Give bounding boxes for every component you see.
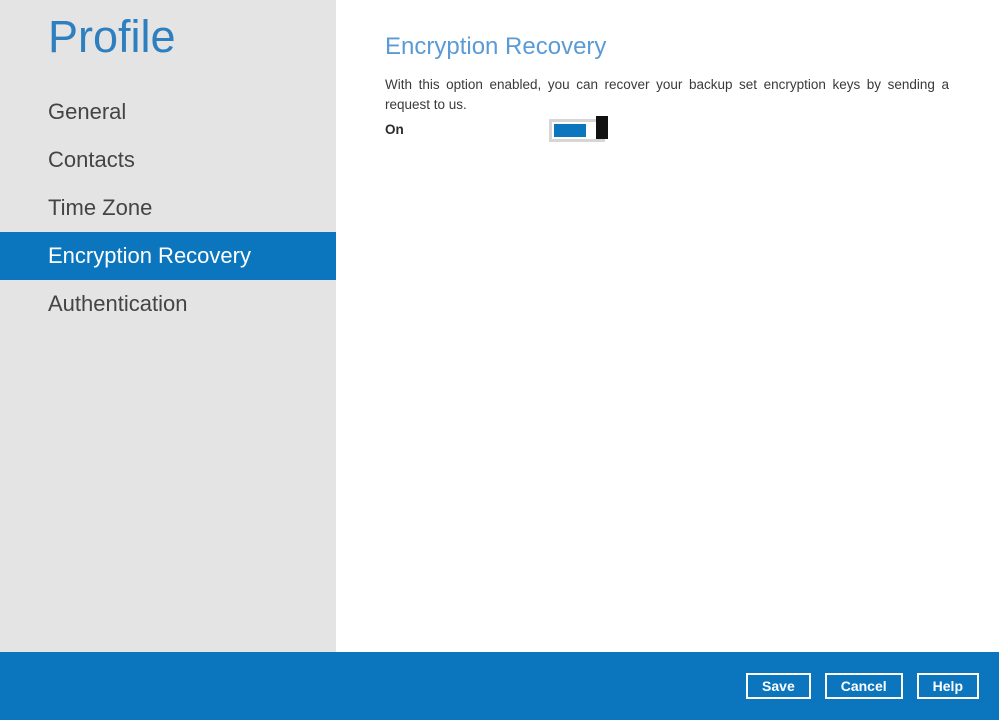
help-button[interactable]: Help [917, 673, 979, 699]
sidebar-item-time-zone[interactable]: Time Zone [0, 184, 336, 232]
sidebar-item-encryption-recovery[interactable]: Encryption Recovery [0, 232, 336, 280]
main-content: Encryption Recovery With this option ena… [336, 0, 999, 652]
toggle-thumb[interactable] [596, 116, 608, 139]
sidebar-item-general[interactable]: General [0, 88, 336, 136]
sidebar-item-label: Authentication [48, 291, 187, 317]
content-description: With this option enabled, you can recove… [385, 75, 949, 115]
sidebar-item-label: General [48, 99, 126, 125]
save-button[interactable]: Save [746, 673, 811, 699]
footer-bar: Save Cancel Help [0, 652, 999, 720]
encryption-recovery-toggle-row: On [385, 119, 605, 143]
profile-settings-window: Profile General Contacts Time Zone Encry… [0, 0, 999, 720]
sidebar-item-contacts[interactable]: Contacts [0, 136, 336, 184]
page-title: Profile [48, 8, 176, 66]
footer-button-group: Save Cancel Help [746, 673, 979, 699]
content-heading: Encryption Recovery [385, 31, 606, 63]
toggle-fill [554, 124, 586, 137]
sidebar-item-authentication[interactable]: Authentication [0, 280, 336, 328]
encryption-recovery-toggle[interactable] [549, 119, 605, 142]
sidebar-item-label: Encryption Recovery [48, 243, 251, 269]
sidebar-nav: General Contacts Time Zone Encryption Re… [0, 88, 336, 328]
sidebar: Profile General Contacts Time Zone Encry… [0, 0, 336, 652]
toggle-track [552, 122, 602, 139]
cancel-button[interactable]: Cancel [825, 673, 903, 699]
toggle-state-label: On [385, 121, 404, 139]
sidebar-item-label: Contacts [48, 147, 135, 173]
sidebar-item-label: Time Zone [48, 195, 152, 221]
